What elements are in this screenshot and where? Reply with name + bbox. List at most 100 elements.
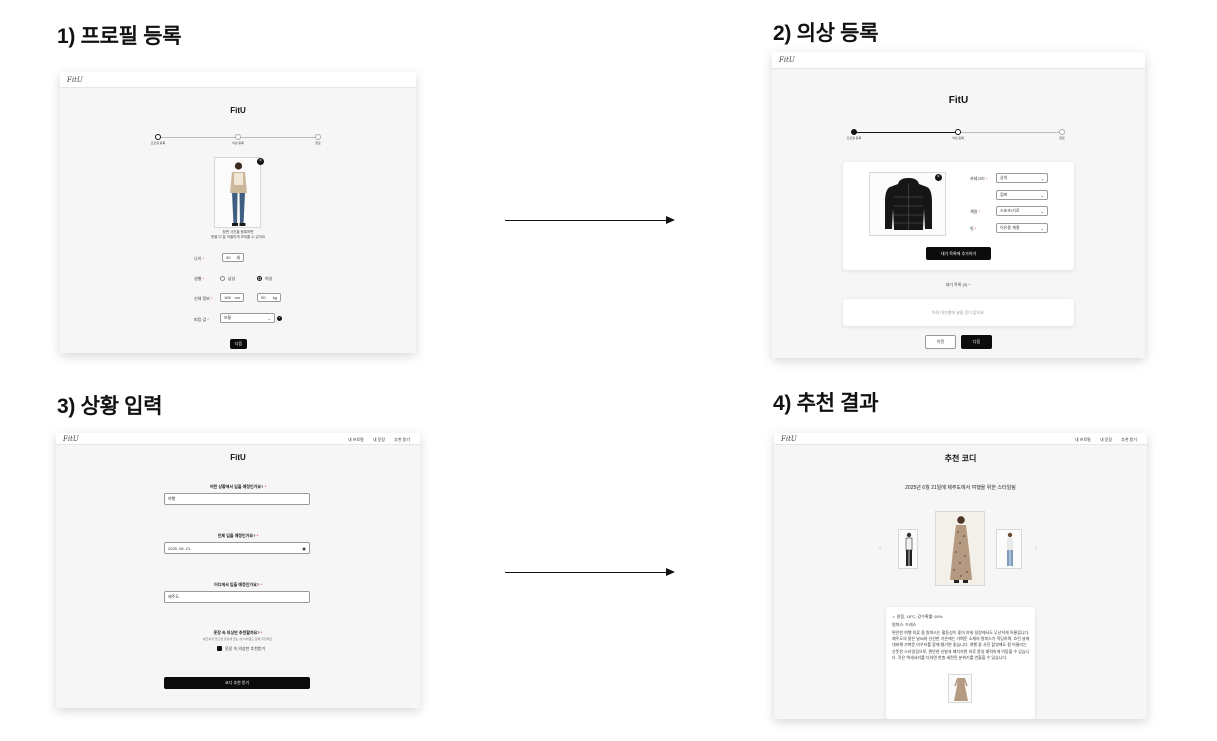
fit-value: 이유용 계절 <box>1000 225 1020 230</box>
q2-label: 언제 입을 예정인가요? * <box>217 533 259 538</box>
occasion-input[interactable]: 여행 <box>164 493 310 505</box>
outfit-thumb-left[interactable] <box>898 529 918 569</box>
season-select[interactable]: 스포츠/기로 ⌄ <box>996 206 1048 216</box>
logo[interactable]: FitU <box>63 435 79 443</box>
carousel-next-icon[interactable]: › <box>1035 545 1037 552</box>
queue-empty-text: 아직 대기열에 넣을 옷이 없어요. <box>931 310 986 315</box>
page-title: FitU <box>230 453 246 462</box>
outfit-thumb-right[interactable] <box>996 529 1022 569</box>
date-value: 2025. 06. 21. <box>168 545 192 551</box>
season-value: 스포츠/기로 <box>1000 208 1020 213</box>
nav-my-closet[interactable]: 내 옷장 <box>373 437 385 442</box>
nav-my-profile[interactable]: 내 프로필 <box>348 437 364 442</box>
next-button[interactable]: 다음 <box>230 339 247 349</box>
remove-photo-icon[interactable]: × <box>935 174 942 181</box>
progress-step-2 <box>955 129 961 135</box>
profile-photo[interactable] <box>214 157 261 228</box>
nav-get-recommendation[interactable]: 추천 받기 <box>394 437 410 442</box>
category-label: 카테고리 * <box>970 176 988 181</box>
info-icon[interactable]: ? <box>277 316 282 321</box>
jacket-photo-icon <box>885 178 932 230</box>
queue-toggle[interactable]: 대기 목록 (0) ^ <box>908 282 1008 288</box>
step-2-title: 2) 의상 등록 <box>773 22 879 45</box>
logo[interactable]: FitU <box>779 56 795 64</box>
flow-arrow-top <box>505 216 675 224</box>
outfit-person-icon <box>905 532 913 566</box>
weight-input[interactable]: 50 kg <box>257 293 281 302</box>
progress-step-1 <box>851 129 857 135</box>
queue-label: 대기 목록 (0) <box>945 282 968 287</box>
chevron-down-icon: ⌄ <box>1040 208 1044 214</box>
progress-label-3: 완료 <box>1059 136 1065 140</box>
remove-photo-icon[interactable]: × <box>257 158 264 165</box>
fit-label: 핏 * <box>970 226 977 231</box>
gender-female-label: 여성 <box>265 276 273 281</box>
screenshot-situation-input: FitU 내 프로필 내 옷장 추천 받기 FitU 어떤 상황에서 입을 예정… <box>56 433 420 708</box>
prev-button[interactable]: 이전 <box>925 335 956 349</box>
q4-help: 체크하지 않으면 옷장에 없는 새 아이템도 함께 추천해요. <box>202 637 274 641</box>
q3-label: 어디에서 입을 예정인가요? * <box>214 582 262 587</box>
calendar-icon[interactable]: ▣ <box>302 546 306 551</box>
date-input[interactable]: 2025. 06. 21. ▣ <box>164 542 310 554</box>
add-to-queue-button[interactable]: 대기 목록에 추가하기 <box>926 247 991 260</box>
outfit-main-photo[interactable] <box>935 511 985 586</box>
logo[interactable]: FitU <box>781 435 797 443</box>
gender-male-radio[interactable] <box>220 276 225 281</box>
age-input[interactable]: 30 세 <box>222 253 244 262</box>
progress-label-1: 프로필 등록 <box>150 141 166 145</box>
nav-my-profile[interactable]: 내 프로필 <box>1075 437 1091 442</box>
fit-select[interactable]: 이유용 계절 ⌄ <box>996 223 1048 233</box>
season-label: 계절 * <box>970 209 981 214</box>
next-button[interactable]: 다음 <box>961 335 992 349</box>
get-recommendation-button[interactable]: 코디 추천 받기 <box>164 677 310 689</box>
weight-value: 50 <box>261 295 266 300</box>
progress-step-1 <box>155 134 161 140</box>
gender-female-radio[interactable] <box>257 276 262 281</box>
sun-icon: ☼ <box>892 614 896 619</box>
clothes-photo[interactable] <box>869 172 946 236</box>
recommended-item-photo[interactable] <box>948 674 972 703</box>
closet-only-label: 옷장 속 의상만 추천받기 <box>225 646 266 651</box>
flow-arrow-bottom <box>505 568 675 576</box>
q4-label: 옷장 속 의상만 추천할까요? * <box>213 630 263 635</box>
logo[interactable]: FitU <box>67 76 83 84</box>
height-input[interactable]: 165 cm <box>220 293 244 302</box>
closet-only-checkbox[interactable] <box>217 646 222 651</box>
age-value: 30 <box>226 255 231 260</box>
result-subtitle: 2025년 6월 21일에 제주도에서 여행을 위한 스타일링 <box>905 485 1016 491</box>
nav-get-recommendation[interactable]: 추천 받기 <box>1121 437 1137 442</box>
subcategory-select[interactable]: 점퍼 ⌄ <box>996 190 1048 200</box>
chevron-up-icon: ^ <box>968 282 971 287</box>
height-value: 165 <box>224 295 231 300</box>
photo-help-2: 옷을 더 잘 어울리게 보여줄 수 있어요 <box>210 235 266 239</box>
screenshot-recommendation-result: FitU 내 프로필 내 옷장 추천 받기 추천 코디 2025년 6월 21일… <box>774 433 1147 719</box>
q1-label: 어떤 상황에서 입을 예정인가요? * <box>209 484 267 489</box>
top-nav: 내 프로필 내 옷장 추천 받기 <box>340 437 410 443</box>
recommendation-description: 편안한 여행 의류 중 원피스는 활동성이 좋아 야외 일정에서도 무난하게 어… <box>892 630 1030 660</box>
person-photo-icon <box>230 162 247 226</box>
nav-my-closet[interactable]: 내 옷장 <box>1100 437 1112 442</box>
step-3-title: 3) 상황 입력 <box>57 395 163 418</box>
item-line: 원피스: 드레스 <box>892 622 917 627</box>
progress-label-1: 프로필 등록 <box>846 136 862 140</box>
location-input[interactable]: 제주도 <box>164 591 310 603</box>
location-value: 제주도 <box>168 594 180 599</box>
outfit-person-icon <box>1007 532 1013 566</box>
gender-label: 성별 * <box>194 276 205 281</box>
step-1-title: 1) 프로필 등록 <box>57 25 182 48</box>
screenshot-profile-registration: FitU FitU 프로필 등록 의상 등록 완료 × 정면 사진을 등록하면 … <box>60 72 416 353</box>
header-bar: FitU <box>60 72 416 88</box>
fit-select[interactable]: 보통 ⌄ <box>220 313 275 323</box>
page-title: FitU <box>230 106 246 115</box>
weather-info: ☼ 맑음, 18°C, 강수확률: 60% <box>892 614 943 619</box>
top-nav: 내 프로필 내 옷장 추천 받기 <box>1067 437 1137 443</box>
chevron-down-icon: ⌄ <box>267 315 271 321</box>
progress-label-2: 의상 등록 <box>232 141 244 145</box>
occasion-value: 여행 <box>168 496 176 501</box>
dress-item-icon <box>954 677 968 701</box>
step-4-title: 4) 추천 결과 <box>773 392 879 415</box>
page-title: 추천 코디 <box>944 454 977 463</box>
gender-male-label: 남성 <box>228 276 236 281</box>
carousel-prev-icon[interactable]: ‹ <box>879 545 881 552</box>
category-select[interactable]: 상의 ⌄ <box>996 173 1048 183</box>
